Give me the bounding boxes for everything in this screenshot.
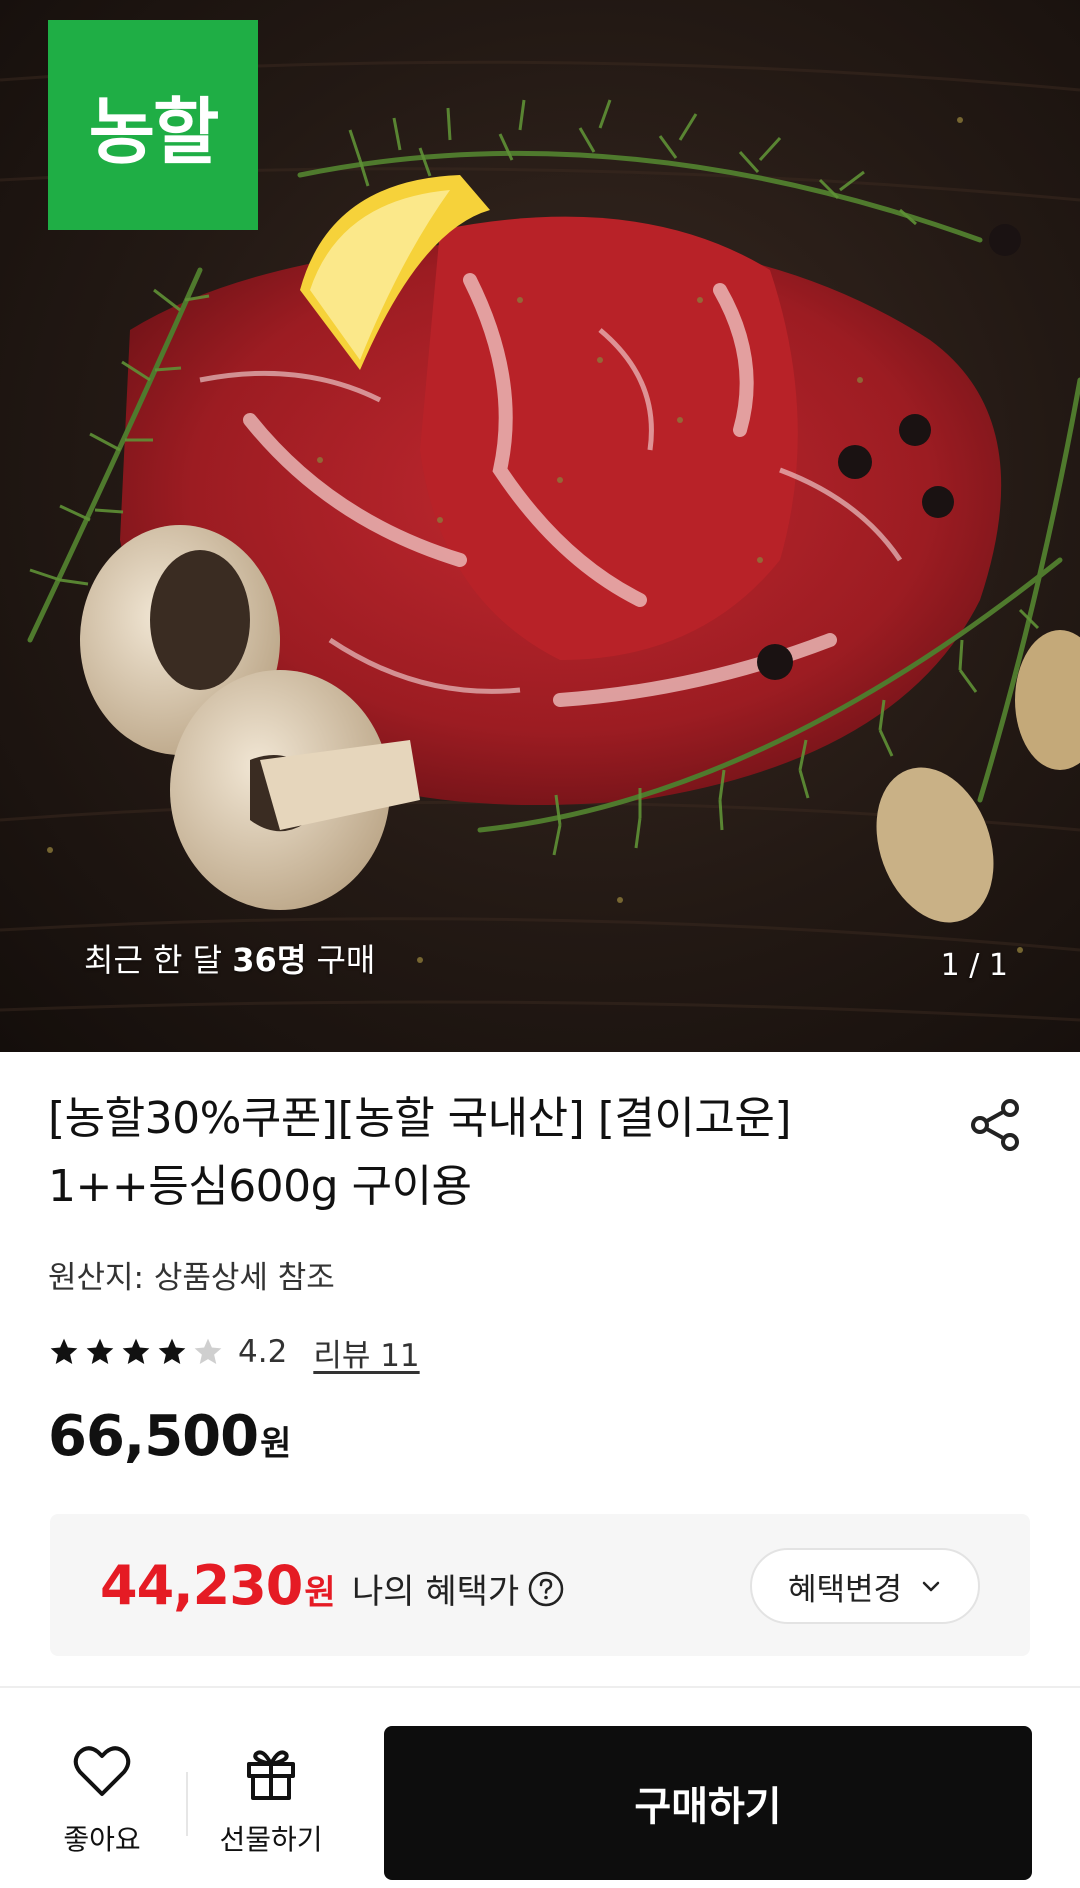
- rating-stars: [48, 1336, 224, 1368]
- chevron-down-icon: [922, 1581, 940, 1592]
- rating-value: 4.2: [238, 1334, 288, 1370]
- review-link[interactable]: 리뷰 11: [313, 1330, 419, 1375]
- gift-label: 선물하기: [219, 1823, 323, 1856]
- benefit-price-box: 44,230 원 나의 혜택가 혜택변경: [50, 1514, 1030, 1656]
- brand-logo-text: 농할: [88, 89, 219, 174]
- price-amount: 66,500: [48, 1404, 259, 1469]
- star-icon: [194, 1338, 222, 1364]
- product-image[interactable]: 농할 최근 한 달 36명 구매 1 / 1: [0, 0, 1080, 1052]
- bottom-bar-separator: [186, 1772, 188, 1836]
- gift-icon: [247, 1750, 295, 1800]
- price-unit: 원: [260, 1424, 292, 1464]
- star-icon: [158, 1338, 186, 1364]
- like-label: 좋아요: [63, 1823, 141, 1856]
- benefit-price-unit: 원: [304, 1573, 336, 1613]
- heart-icon: [73, 1746, 131, 1796]
- caption-prefix: 최근 한 달: [84, 941, 233, 979]
- product-title-line2: 1++등심600g 구이용: [48, 1161, 472, 1212]
- caption-count: 36명: [232, 941, 307, 979]
- like-button[interactable]: 좋아요: [50, 1740, 154, 1860]
- benefit-label-text: 나의 혜택가: [352, 1572, 520, 1612]
- rating-row: 4.2 리뷰 11: [48, 1330, 420, 1374]
- image-pager: 1 / 1: [940, 948, 1008, 983]
- buy-button-label: 구매하기: [634, 1784, 782, 1830]
- change-benefit-label: 혜택변경: [787, 1571, 903, 1608]
- original-price: 66,500 원: [48, 1404, 291, 1469]
- change-benefit-button[interactable]: 혜택변경: [750, 1548, 980, 1624]
- caption-suffix: 구매: [306, 941, 376, 979]
- help-icon[interactable]: [527, 1570, 565, 1608]
- recent-purchase-caption: 최근 한 달 36명 구매: [84, 935, 375, 981]
- brand-logo: 농할: [48, 20, 258, 230]
- product-title: [농할30%쿠폰][농할 국내산] [결이고운] 1++등심600g 구이용: [48, 1085, 908, 1221]
- star-icon: [50, 1338, 78, 1364]
- star-icon: [86, 1338, 114, 1364]
- product-title-line1: [농할30%쿠폰][농할 국내산] [결이고운]: [48, 1093, 792, 1144]
- benefit-price: 44,230 원: [100, 1554, 336, 1617]
- share-icon[interactable]: [966, 1096, 1024, 1154]
- origin-info: 원산지: 상품상세 참조: [48, 1260, 335, 1296]
- gift-button[interactable]: 선물하기: [206, 1740, 336, 1860]
- buy-button[interactable]: 구매하기: [384, 1726, 1032, 1880]
- divider: [0, 1686, 1080, 1688]
- star-icon: [122, 1338, 150, 1364]
- benefit-price-amount: 44,230: [100, 1554, 303, 1617]
- benefit-label: 나의 혜택가: [352, 1564, 565, 1613]
